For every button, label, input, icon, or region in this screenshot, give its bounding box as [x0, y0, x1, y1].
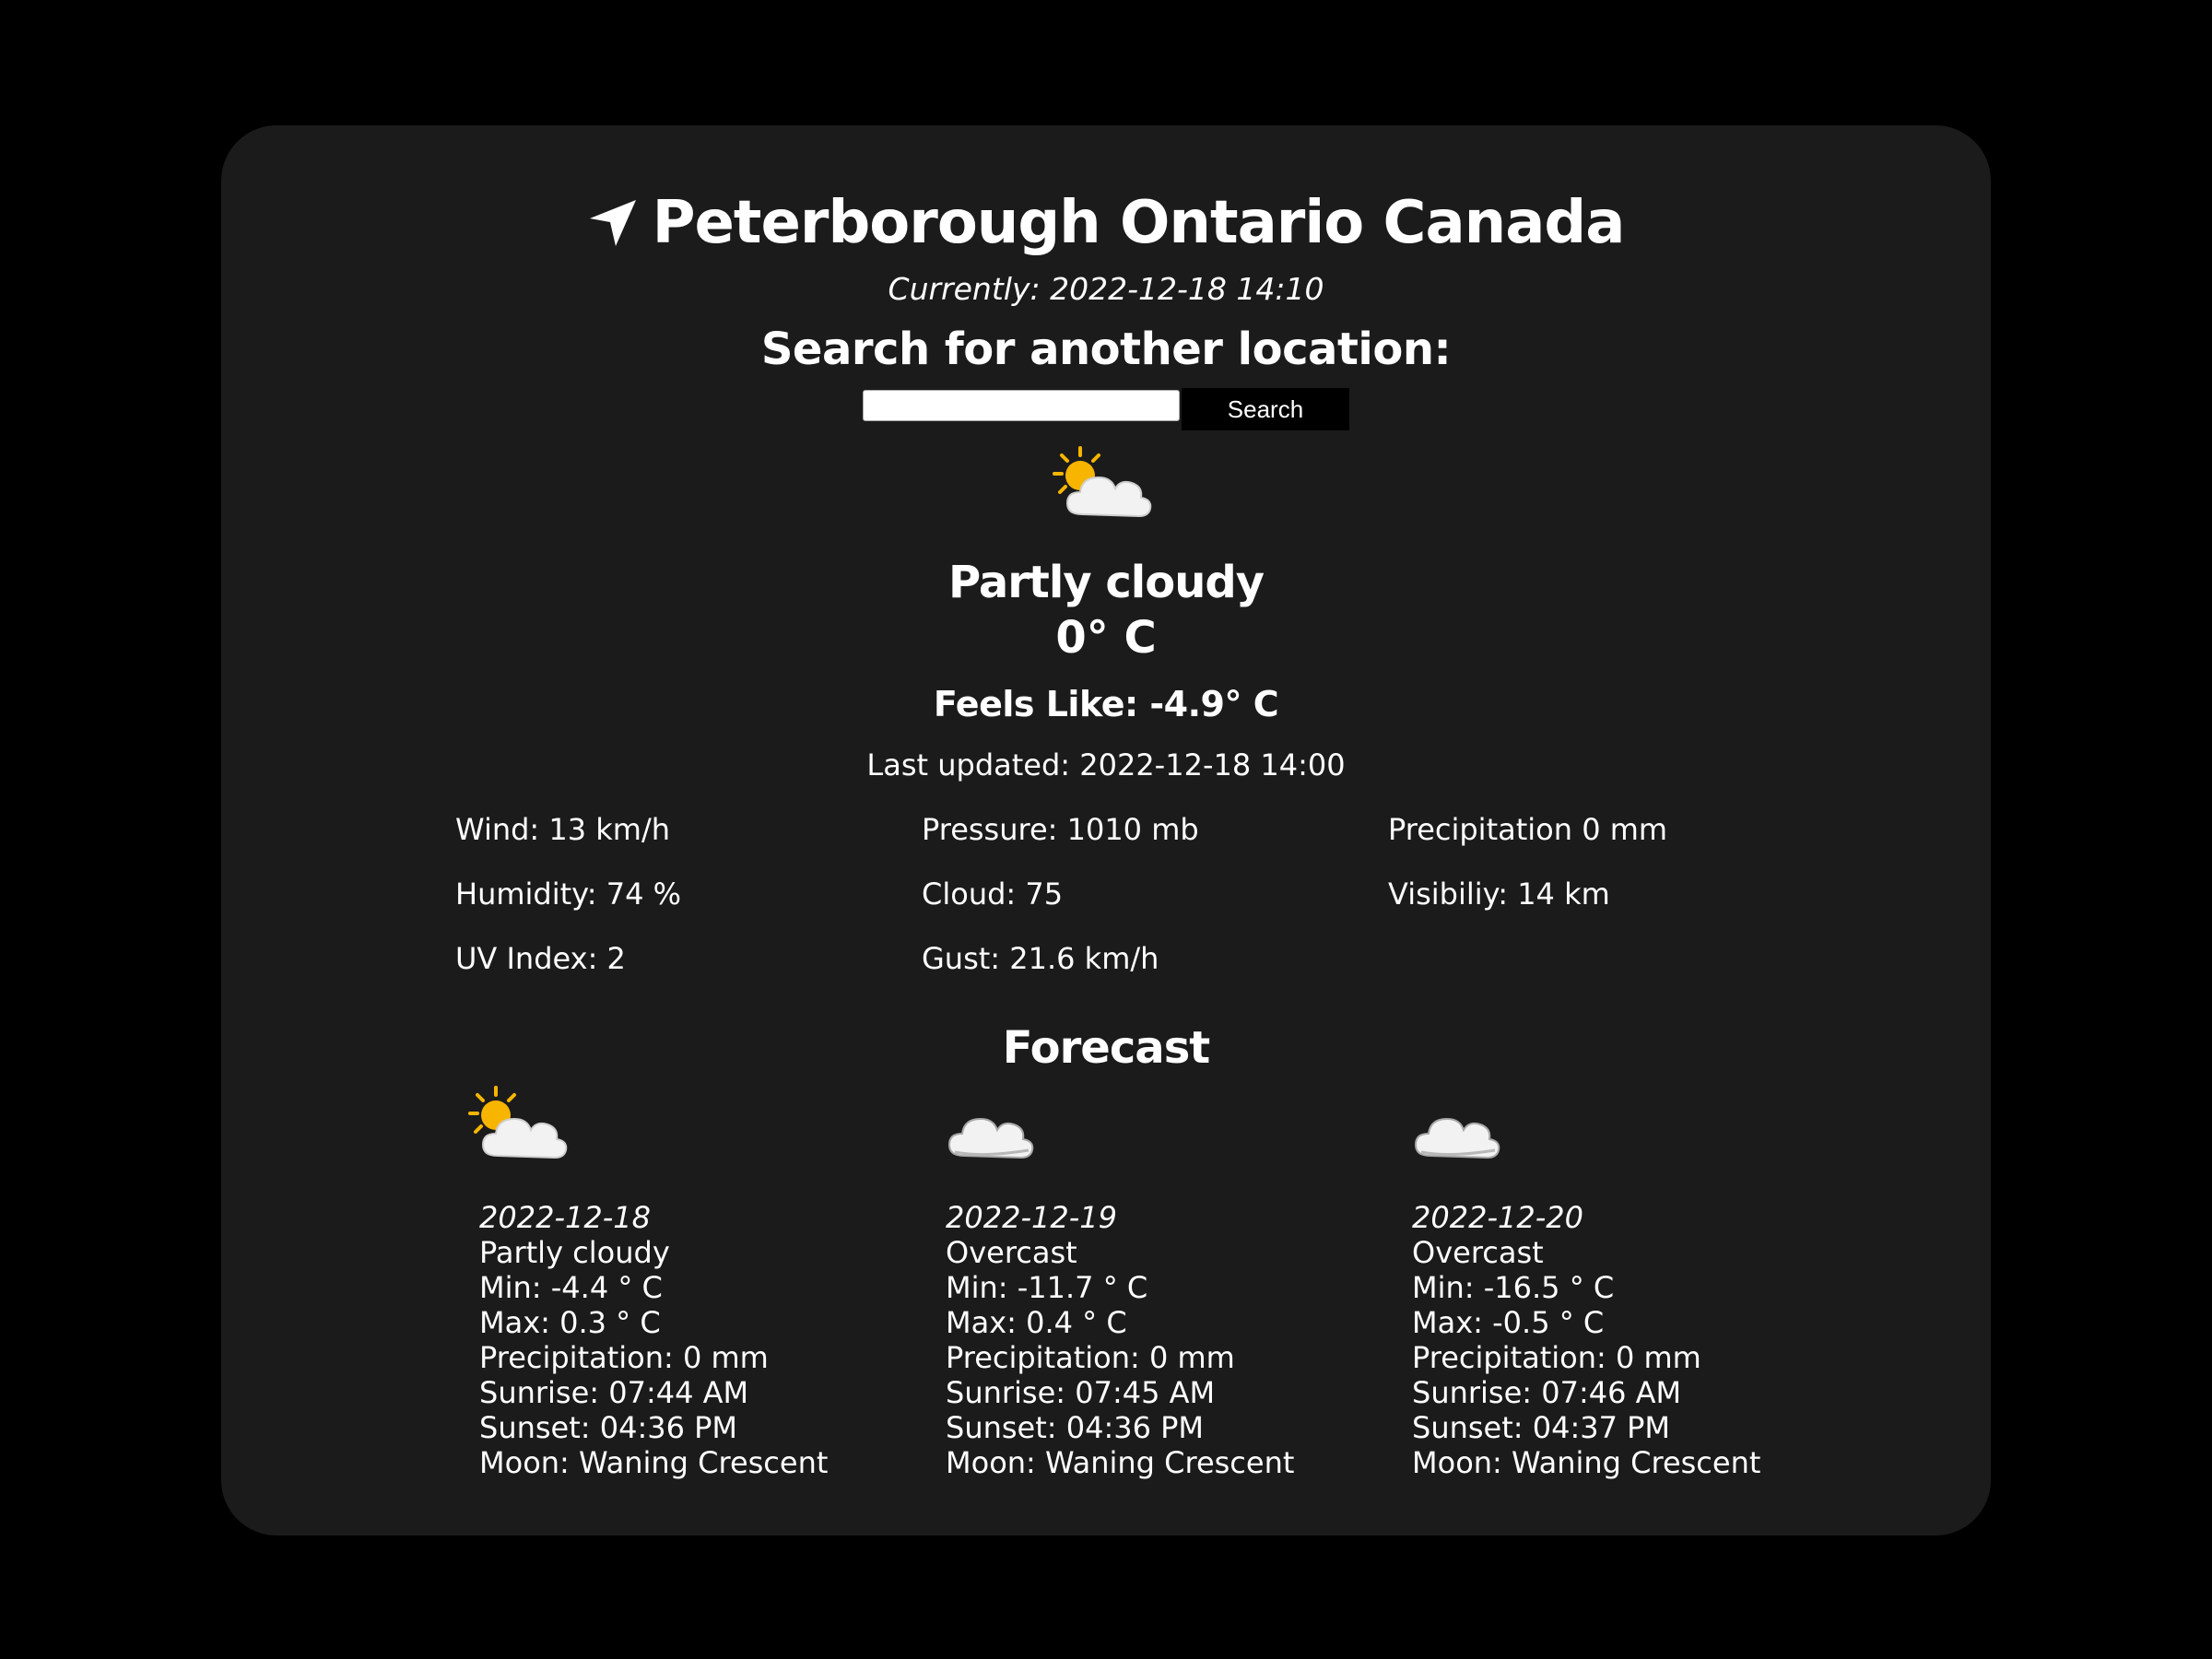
stat-cloud: Cloud: 75: [922, 877, 1064, 912]
forecast-moon: Moon: Waning Crescent: [1412, 1445, 1761, 1480]
forecast-date: 2022-12-18: [479, 1200, 651, 1235]
forecast-day: 2022-12-19 Overcast Min: -11.7 ° C Max: …: [922, 1080, 1346, 1480]
forecast-day: 2022-12-18 Partly cloudy Min: -4.4 ° C M…: [455, 1080, 879, 1480]
search-heading: Search for another location:: [760, 324, 1452, 375]
forecast-min: Min: -11.7 ° C: [946, 1270, 1148, 1305]
forecast-precipitation: Precipitation: 0 mm: [1412, 1340, 1701, 1375]
stat-precipitation: Precipitation 0 mm: [1388, 812, 1668, 847]
forecast-max: Max: 0.3 ° C: [479, 1305, 661, 1340]
current-time: Currently: 2022-12-18 14:10: [888, 271, 1324, 307]
forecast-max: Max: -0.5 ° C: [1412, 1305, 1605, 1340]
cloud-icon: [1414, 1117, 1500, 1159]
forecast-sunset: Sunset: 04:36 PM: [946, 1410, 1205, 1445]
stat-humidity: Humidity: 74 %: [455, 877, 682, 912]
stat-uv-index: UV Index: 2: [455, 941, 626, 976]
forecast-sunrise: Sunrise: 07:45 AM: [946, 1375, 1216, 1410]
partly-cloudy-icon: [1053, 446, 1152, 518]
forecast-date: 2022-12-20: [1412, 1200, 1583, 1235]
forecast-min: Min: -4.4 ° C: [479, 1270, 663, 1305]
forecast-condition: Overcast: [1412, 1235, 1544, 1270]
forecast-date: 2022-12-19: [946, 1200, 1117, 1235]
forecast-precipitation: Precipitation: 0 mm: [479, 1340, 769, 1375]
stat-visibility: Visibiliy: 14 km: [1388, 877, 1610, 912]
forecast-sunrise: Sunrise: 07:44 AM: [479, 1375, 749, 1410]
location-title: Peterborough Ontario Canada: [652, 189, 1626, 257]
location-header: Peterborough Ontario Canada: [0, 184, 2212, 262]
stat-pressure: Pressure: 1010 mb: [922, 812, 1199, 847]
forecast-sunrise: Sunrise: 07:46 AM: [1412, 1375, 1682, 1410]
search-button[interactable]: Search: [1182, 388, 1349, 430]
forecast-min: Min: -16.5 ° C: [1412, 1270, 1615, 1305]
cloud-icon: [947, 1117, 1034, 1159]
current-temperature: 0° C: [1055, 612, 1157, 664]
forecast-sunset: Sunset: 04:36 PM: [479, 1410, 738, 1445]
forecast-sunset: Sunset: 04:37 PM: [1412, 1410, 1671, 1445]
forecast-max: Max: 0.4 ° C: [946, 1305, 1127, 1340]
stat-wind: Wind: 13 km/h: [455, 812, 671, 847]
forecast-moon: Moon: Waning Crescent: [946, 1445, 1295, 1480]
location-arrow-icon: [589, 200, 636, 246]
forecast-heading: Forecast: [1002, 1022, 1210, 1074]
search-input[interactable]: [863, 390, 1180, 421]
forecast-condition: Partly cloudy: [479, 1235, 670, 1270]
partly-cloudy-icon: [468, 1086, 568, 1159]
last-updated: Last updated: 2022-12-18 14:00: [866, 747, 1346, 782]
forecast-day: 2022-12-20 Overcast Min: -16.5 ° C Max: …: [1388, 1080, 1812, 1480]
feels-like: Feels Like: -4.9° C: [933, 684, 1279, 724]
forecast-moon: Moon: Waning Crescent: [479, 1445, 829, 1480]
forecast-condition: Overcast: [946, 1235, 1077, 1270]
forecast-precipitation: Precipitation: 0 mm: [946, 1340, 1235, 1375]
stat-gust: Gust: 21.6 km/h: [922, 941, 1159, 976]
current-condition: Partly cloudy: [947, 557, 1265, 608]
